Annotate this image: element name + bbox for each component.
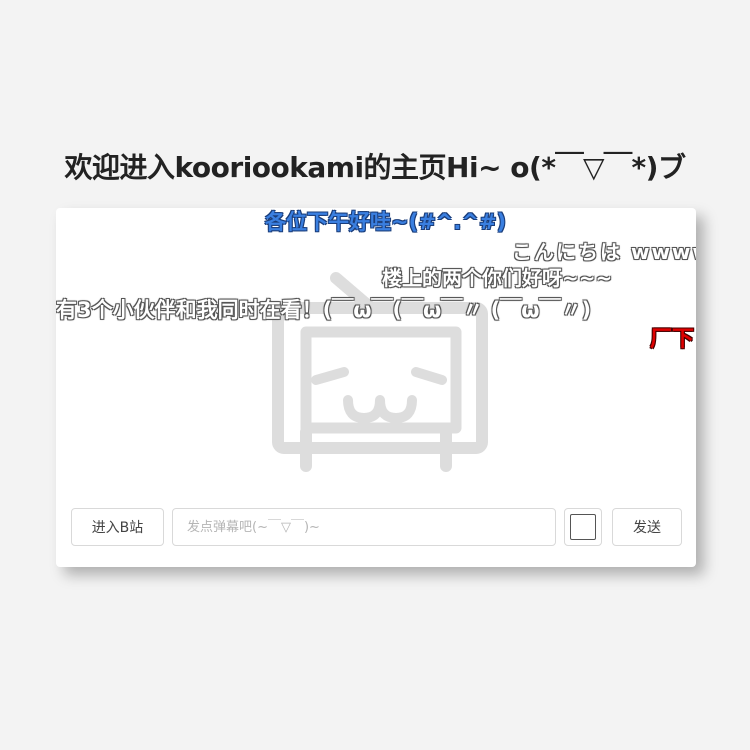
danmaku-player: 各位下午好哇~(#^.^#) こんにちは wwwww 楼上的两个你们好呀~~~ … [56, 208, 696, 567]
enter-bilibili-button[interactable]: 进入B站 [71, 508, 164, 546]
danmaku-comment: 各位下午好哇~(#^.^#) [265, 210, 507, 234]
danmaku-comment: 厂下 [650, 327, 695, 352]
send-button[interactable]: 发送 [612, 508, 682, 546]
danmaku-input[interactable] [172, 508, 556, 546]
page-title: 欢迎进入kooriookami的主页Hi~ o(*￣▽￣*)ブ [64, 151, 686, 184]
color-swatch [570, 514, 596, 540]
color-picker[interactable] [564, 508, 602, 546]
danmaku-comment: こんにちは wwwww [512, 240, 696, 264]
danmaku-comment: 有3个小伙伴和我同时在看！(￣ω￣(￣ω￣〃 (￣ω￣〃) [56, 298, 592, 322]
danmaku-controls: 进入B站 发送 [71, 508, 683, 548]
danmaku-comment: 楼上的两个你们好呀~~~ [382, 266, 613, 290]
